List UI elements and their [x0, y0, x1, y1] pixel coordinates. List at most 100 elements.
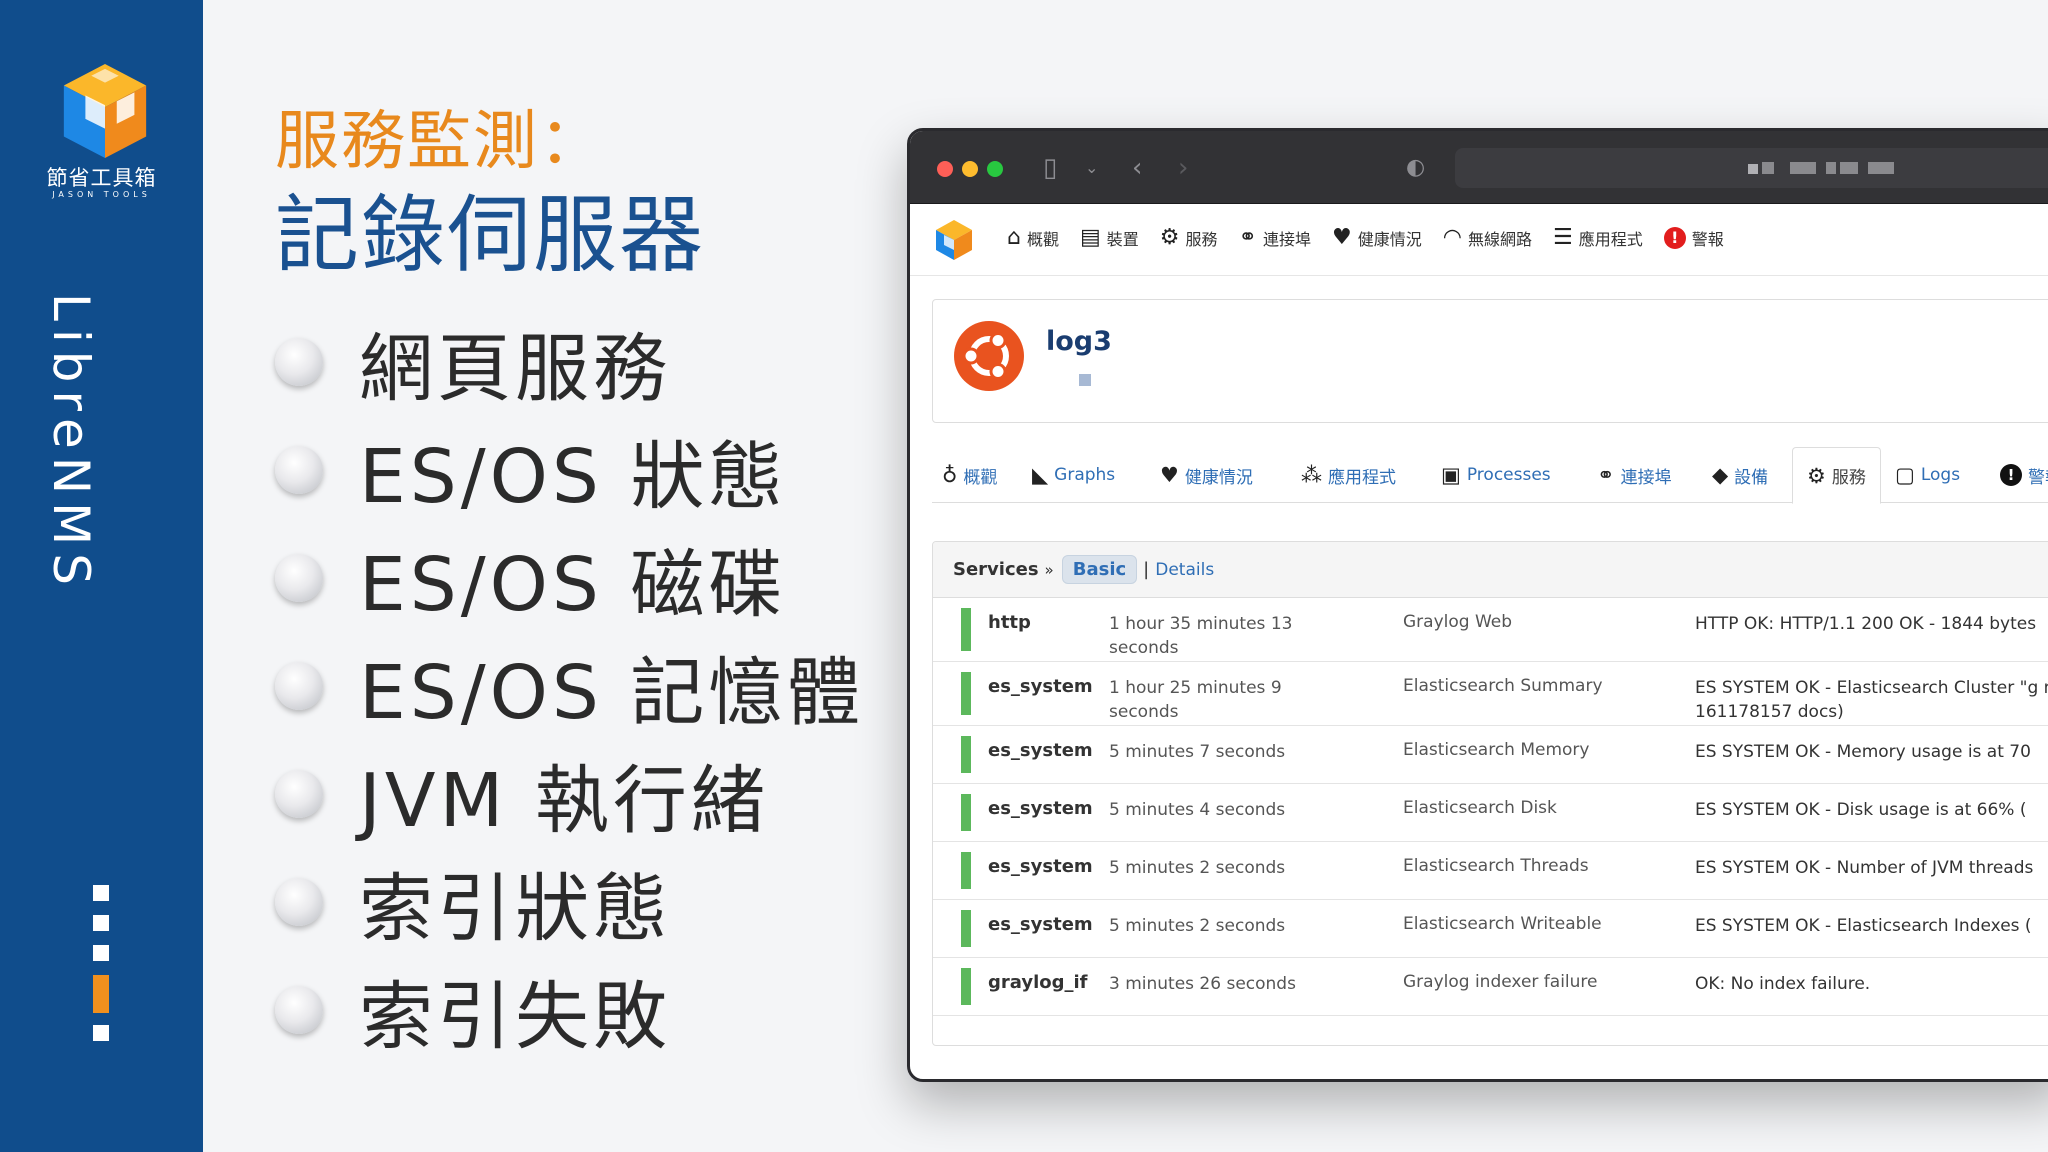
status-ok-bar	[961, 672, 971, 715]
librenms-topnav: ⌂ 概觀 ▤ 裝置 ⚙ 服務 ⚭ 連接埠 ♥ 健康情況 ◠ 無線網路 ☰ 應用程式 ! 警報	[910, 204, 2048, 276]
nav-item-health[interactable]: ♥ 健康情況	[1332, 225, 1422, 250]
progress-dots	[93, 885, 109, 1055]
bullet-icon	[275, 662, 323, 710]
tab-alerts[interactable]: !警報	[2000, 447, 2048, 503]
tab-graphs[interactable]: ◣ Graphs	[1032, 447, 1115, 503]
tab-ports[interactable]: ⚭ 連接埠	[1597, 447, 1672, 503]
basic-view-button[interactable]: Basic	[1061, 555, 1138, 584]
status-ok-bar	[961, 852, 971, 889]
service-description: Elasticsearch Writeable	[1403, 914, 1602, 934]
services-panel: Services » Basic | Details http 1 hour 3…	[932, 541, 2048, 1046]
progress-dot-active	[93, 975, 109, 1013]
tab-services[interactable]: ⚙ 服務	[1792, 447, 1881, 504]
nav-item-overview[interactable]: ⌂ 概觀	[1007, 225, 1059, 250]
services-title: Services	[953, 559, 1039, 580]
service-name: es_system	[988, 740, 1093, 761]
bullet-icon	[275, 554, 323, 602]
status-ok-bar	[961, 910, 971, 947]
browser-window: ▯ ⌄ ‹ › ◐ ⌂ 概觀 ▤ 裝置 ⚙ 服務 ⚭ 連接埠 ♥ 健康情況 ◠ 無線網路 ☰…	[907, 128, 2048, 1082]
table-row[interactable]: es_system 5 minutes 2 seconds Elasticsea…	[933, 842, 2048, 900]
cube-icon: ◆	[1712, 463, 1729, 487]
device-hostname[interactable]: log3	[1046, 326, 1112, 357]
slide-sidebar: 節省工具箱 JASON TOOLS LibreNMS	[0, 0, 203, 1152]
tab-health[interactable]: ♥ 健康情況	[1160, 447, 1253, 503]
service-description: Elasticsearch Summary	[1403, 676, 1603, 696]
redacted-url-block	[1762, 162, 1774, 174]
status-ok-bar	[961, 736, 971, 773]
bullet-icon	[275, 770, 323, 818]
nav-item-services[interactable]: ⚙ 服務	[1160, 225, 1218, 250]
details-view-link[interactable]: Details	[1155, 560, 1214, 580]
sidebar-toggle-icon[interactable]: ▯	[1043, 151, 1057, 185]
lightbulb-icon: ♁	[942, 463, 958, 487]
table-row[interactable]: es_system 5 minutes 4 seconds Elasticsea…	[933, 784, 2048, 842]
back-arrow-icon[interactable]: ‹	[1132, 151, 1142, 185]
service-uptime: 5 minutes 7 seconds	[1109, 742, 1286, 762]
chip-icon: ▣	[1441, 463, 1461, 487]
table-row[interactable]: es_system 5 minutes 2 seconds Elasticsea…	[933, 900, 2048, 958]
service-message: ES SYSTEM OK - Elasticsearch Cluster "g …	[1695, 678, 2048, 722]
status-ok-bar	[961, 608, 971, 651]
jason-tools-cube-logo	[63, 63, 147, 159]
service-uptime: 5 minutes 4 seconds	[1109, 800, 1286, 820]
logs-icon: ▢	[1895, 463, 1915, 487]
progress-dot	[93, 945, 109, 961]
link-icon: ⚭	[1238, 225, 1257, 250]
vertical-title: LibreNMS	[42, 293, 100, 593]
table-row[interactable]: graylog_if 3 minutes 26 seconds Graylog …	[933, 958, 2048, 1016]
device-tabs: ♁ 概觀 ◣ Graphs ♥ 健康情況 ⁂ 應用程式 ▣ Processes ⚭ 連接埠 …	[932, 447, 2048, 504]
alert-icon: !	[2000, 464, 2022, 486]
cubes-icon: ⁂	[1301, 463, 1322, 487]
nav-item-alerts[interactable]: ! 警報	[1663, 225, 1724, 250]
alert-icon: !	[1663, 226, 1686, 249]
ubuntu-icon	[954, 321, 1024, 391]
logo-subtext: JASON TOOLS	[52, 190, 151, 199]
table-row[interactable]: es_system 5 minutes 7 seconds Elasticsea…	[933, 726, 2048, 784]
status-ok-bar	[961, 968, 971, 1005]
service-message: ES SYSTEM OK - Elasticsearch Indexes (	[1695, 916, 2032, 936]
device-header: log3	[932, 299, 2048, 423]
nav-item-ports[interactable]: ⚭ 連接埠	[1239, 225, 1311, 250]
tab-processes[interactable]: ▣ Processes	[1441, 447, 1551, 503]
device-status-square	[1079, 374, 1091, 386]
browser-titlebar: ▯ ⌄ ‹ › ◐	[910, 131, 2048, 204]
table-row[interactable]: http 1 hour 35 minutes 13 seconds Graylo…	[933, 598, 2048, 662]
nav-item-devices[interactable]: ▤ 裝置	[1080, 225, 1139, 250]
logo-text: 節省工具箱	[46, 166, 157, 190]
redacted-url-block	[1868, 162, 1894, 174]
tab-logs[interactable]: ▢ Logs	[1895, 447, 1960, 503]
privacy-shield-icon[interactable]: ◐	[1406, 151, 1425, 185]
services-panel-header: Services » Basic | Details	[933, 542, 2048, 598]
forward-arrow-icon[interactable]: ›	[1178, 151, 1188, 185]
progress-dot	[93, 1025, 109, 1041]
nav-item-wireless[interactable]: ◠ 無線網路	[1443, 225, 1532, 250]
redacted-url-block	[1790, 162, 1816, 174]
progress-dot	[93, 885, 109, 901]
tab-inventory[interactable]: ◆ 設備	[1712, 447, 1768, 503]
service-name: es_system	[988, 798, 1093, 819]
tab-apps[interactable]: ⁂ 應用程式	[1301, 447, 1396, 503]
bullet-item: 索引失敗	[275, 970, 671, 1060]
service-name: http	[988, 612, 1031, 633]
service-uptime: 1 hour 25 minutes 9 seconds	[1109, 678, 1282, 722]
chevron-down-icon[interactable]: ⌄	[1085, 151, 1098, 185]
tab-overview[interactable]: ♁ 概觀	[942, 447, 997, 503]
service-name: es_system	[988, 676, 1093, 697]
service-description: Elasticsearch Threads	[1403, 856, 1589, 876]
close-window-button[interactable]	[937, 161, 953, 177]
minimize-window-button[interactable]	[962, 161, 978, 177]
bullet-item: 網頁服務	[275, 322, 671, 412]
bullet-item: ES/OS 狀態	[275, 430, 786, 520]
table-row[interactable]: es_system 1 hour 25 minutes 9 seconds El…	[933, 662, 2048, 726]
service-uptime: 5 minutes 2 seconds	[1109, 916, 1286, 936]
zoom-window-button[interactable]	[987, 161, 1003, 177]
gears-icon: ⚙	[1807, 463, 1826, 488]
view-separator: |	[1143, 559, 1150, 580]
service-message: ES SYSTEM OK - Memory usage is at 70	[1695, 742, 2031, 762]
nav-item-apps[interactable]: ☰ 應用程式	[1553, 225, 1643, 250]
bullet-icon	[275, 878, 323, 926]
bullet-item: 索引狀態	[275, 862, 671, 952]
breadcrumb-separator-icon: »	[1044, 560, 1054, 579]
librenms-logo-icon[interactable]	[932, 218, 976, 262]
progress-dot	[93, 915, 109, 931]
